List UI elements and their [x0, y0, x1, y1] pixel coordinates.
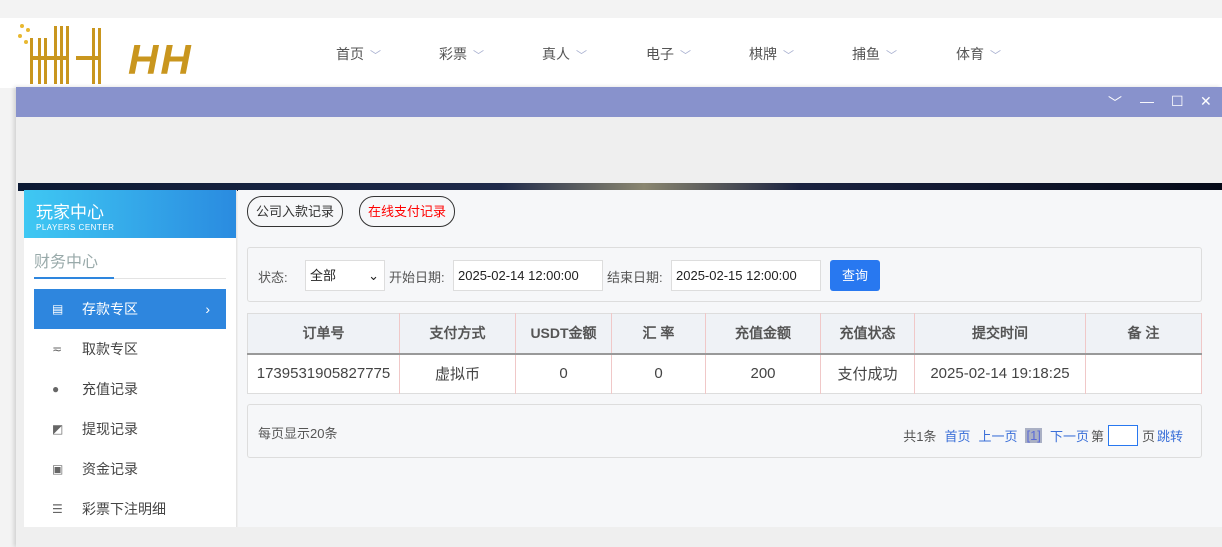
- sidebar-item-lottery-bets[interactable]: ☰ 彩票下注明细: [34, 489, 226, 529]
- query-button[interactable]: 查询: [830, 260, 880, 291]
- sidebar-item-fund-records[interactable]: ▣ 资金记录: [34, 449, 226, 489]
- hand-money-icon: ≂: [52, 342, 63, 356]
- dialog-titlebar[interactable]: ﹀ — ☐ ✕: [16, 87, 1222, 117]
- collapse-icon[interactable]: ﹀: [1108, 93, 1122, 113]
- logo-mark-icon: [18, 24, 101, 84]
- prev-page-link[interactable]: 上一页: [978, 426, 1017, 445]
- current-page: [1]: [1025, 428, 1042, 443]
- dialog-window: ﹀ — ☐ ✕ 玩家中心 PLAYERS CENTER 财务中心 ▤ 存款专区 › …: [16, 87, 1222, 547]
- nav-cards[interactable]: 棋牌 ﹀: [749, 44, 794, 64]
- page-number-input[interactable]: [1107, 425, 1138, 446]
- nav-home[interactable]: 首页 ﹀: [336, 44, 381, 64]
- sidebar-item-withdraw[interactable]: ≂ 取款专区: [34, 329, 226, 369]
- chevron-down-icon: ﹀: [680, 50, 691, 62]
- wallet-icon: ◩: [52, 422, 64, 436]
- sidebar: 玩家中心 PLAYERS CENTER 财务中心 ▤ 存款专区 › ≂ 取款专区 ● 充…: [24, 190, 237, 527]
- card-icon: ▤: [52, 302, 64, 316]
- main-content: 公司入款记录 在线支付记录 状态: 全部 ⌄ 开始日期: 2025-02-14 1…: [238, 190, 1222, 527]
- nav-slots[interactable]: 电子 ﹀: [646, 44, 691, 64]
- players-center-header: 玩家中心 PLAYERS CENTER: [24, 190, 236, 238]
- safe-icon: ▣: [52, 462, 64, 476]
- jump-link[interactable]: 跳转: [1157, 426, 1183, 445]
- next-page-link[interactable]: 下一页: [1050, 426, 1089, 445]
- finance-center-tab[interactable]: 财务中心: [34, 248, 226, 279]
- dialog-footer: [16, 527, 1222, 547]
- minimize-icon[interactable]: —: [1140, 93, 1154, 109]
- chevron-down-icon: ﹀: [886, 50, 897, 62]
- sidebar-item-withdraw-records[interactable]: ◩ 提现记录: [34, 409, 226, 449]
- status-select[interactable]: 全部 ⌄: [305, 260, 385, 291]
- list-icon: ☰: [52, 502, 63, 516]
- tab-company-deposit[interactable]: 公司入款记录: [247, 196, 344, 227]
- chevron-down-icon: ﹀: [473, 50, 484, 62]
- nav-live[interactable]: 真人 ﹀: [542, 44, 587, 64]
- close-icon[interactable]: ✕: [1200, 93, 1212, 110]
- start-date-input[interactable]: 2025-02-14 12:00:00: [453, 260, 603, 291]
- first-page-link[interactable]: 首页: [944, 426, 970, 445]
- filter-bar: 状态: 全部 ⌄ 开始日期: 2025-02-14 12:00:00 结束日期: …: [247, 247, 1202, 302]
- chevron-right-icon: ›: [205, 301, 210, 317]
- chevron-down-icon: ﹀: [783, 50, 794, 62]
- nav-lottery[interactable]: 彩票 ﹀: [439, 44, 484, 64]
- sidebar-item-recharge-records[interactable]: ● 充值记录: [34, 369, 226, 409]
- chevron-down-icon: ⌄: [368, 268, 379, 283]
- table-row: 1739531905827775 虚拟币 0 0 200 支付成功 2025-0…: [247, 353, 1202, 394]
- nav-fishing[interactable]: 捕鱼 ﹀: [852, 44, 897, 64]
- site-header: HH GAME 首页﹀ 彩票﹀ 真人﹀ 电子﹀ 棋牌﹀ 捕鱼﹀ 体育﹀: [0, 18, 1222, 131]
- logo[interactable]: HH GAME: [16, 18, 281, 131]
- tab-online-payment[interactable]: 在线支付记录: [359, 196, 456, 227]
- end-date-input[interactable]: 2025-02-15 12:00:00: [671, 260, 821, 291]
- money-bag-icon: ●: [52, 382, 60, 396]
- chevron-down-icon: ﹀: [990, 50, 1001, 62]
- maximize-icon[interactable]: ☐: [1171, 93, 1184, 110]
- pagination-bar: 每页显示20条 共1条 首页 上一页 [1] 下一页 第 页 跳转: [247, 404, 1202, 458]
- nav-sports[interactable]: 体育 ﹀: [956, 44, 1001, 64]
- chevron-down-icon: ﹀: [576, 50, 587, 62]
- sidebar-item-deposit[interactable]: ▤ 存款专区 ›: [34, 289, 226, 329]
- chevron-down-icon: ﹀: [370, 50, 381, 62]
- records-table: 订单号 支付方式 USDT金额 汇 率 充值金额 充值状态 提交时间 备 注 1…: [247, 313, 1202, 394]
